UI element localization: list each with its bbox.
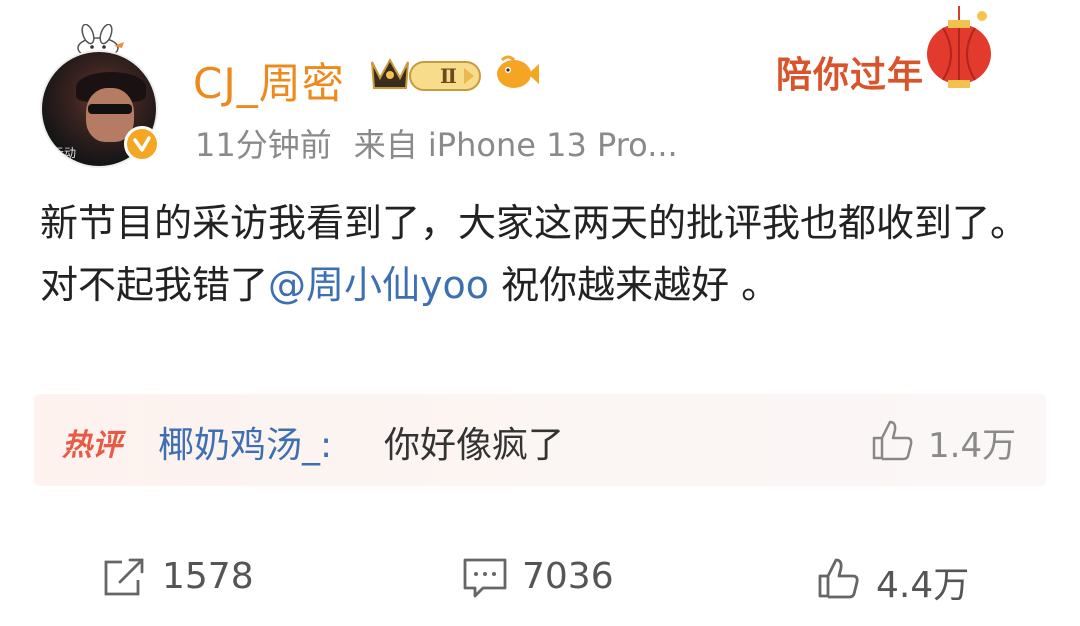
new-year-banner[interactable]: 陪你过年 (768, 6, 1000, 96)
repost-button[interactable]: 1578 (102, 554, 322, 602)
crown-badge-icon[interactable]: Ⅱ (368, 52, 486, 96)
hot-comment-separator: : (320, 425, 333, 466)
avatar-block[interactable]: 元动 (38, 24, 168, 168)
comment-icon (463, 558, 507, 598)
comment-count: 7036 (522, 556, 614, 597)
crown-level: Ⅱ (440, 64, 457, 88)
repost-count: 1578 (162, 556, 254, 597)
hot-comment-user[interactable]: 椰奶鸡汤_: (158, 416, 332, 468)
post-source: 来自 iPhone 13 Pro... (353, 126, 678, 164)
hot-comment-like[interactable]: 1.4万 (870, 418, 1030, 466)
hot-comment-tag: 热评 (62, 428, 122, 463)
like-icon (872, 420, 913, 461)
like-icon (818, 558, 859, 599)
username[interactable]: CJ_周密 (193, 50, 345, 111)
action-bar: 1578 7036 4.4万 (0, 540, 1080, 620)
post-header: 元动 CJ_周密 Ⅱ 11分钟前 来自 iPhone 13 Pro... 陪你过… (0, 0, 1080, 180)
like-button[interactable]: 4.4万 (816, 554, 1016, 606)
hot-comment[interactable]: 热评 椰奶鸡汤_: 你好像疯了 1.4万 (34, 394, 1046, 486)
hot-comment-text: 你好像疯了 (384, 425, 565, 466)
post-content: 新节目的采访我看到了，大家这两天的批评我也都收到了。对不起我错了@周小仙yoo … (40, 192, 1050, 316)
promo-text: 陪你过年 (776, 55, 925, 96)
lantern-icon (927, 6, 991, 88)
verified-icon (124, 126, 160, 162)
content-text-2: 祝你越来越好 。 (489, 263, 780, 307)
fish-icon[interactable] (494, 52, 540, 96)
post-time: 11分钟前 (195, 126, 332, 164)
repost-icon (104, 558, 144, 596)
hot-comment-like-count: 1.4万 (928, 426, 1017, 466)
like-count: 4.4万 (876, 565, 970, 606)
post-meta: 11分钟前 来自 iPhone 13 Pro... (195, 120, 678, 166)
mention-link[interactable]: @周小仙yoo (268, 263, 489, 307)
comment-button[interactable]: 7036 (462, 554, 682, 602)
